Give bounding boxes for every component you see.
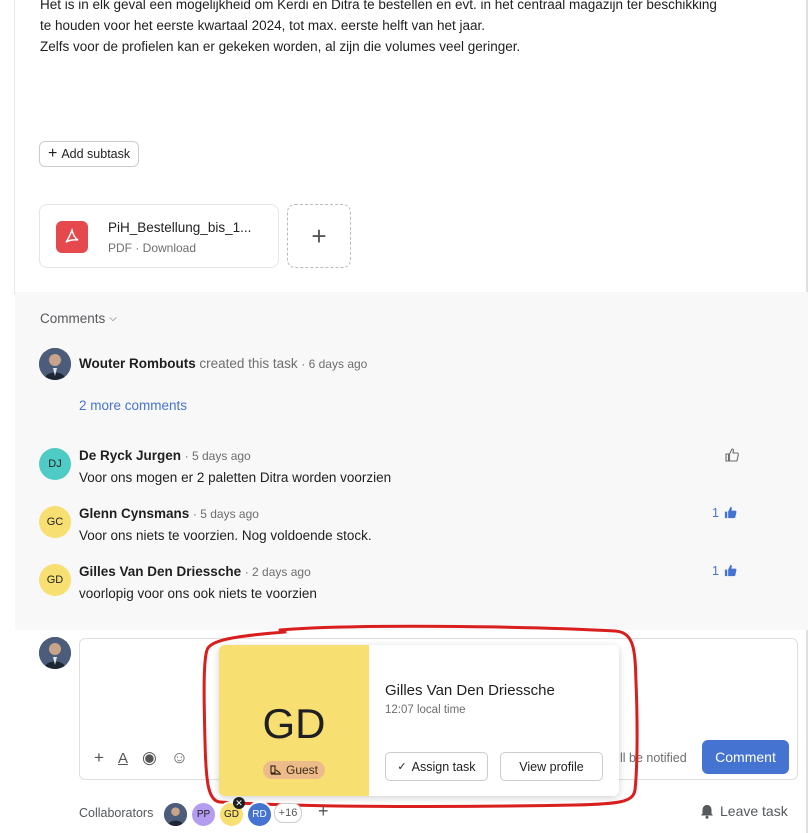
avatar[interactable]: DJ (39, 448, 71, 480)
user-photo-avatar (39, 348, 71, 380)
avatar[interactable] (39, 348, 71, 380)
plus-icon[interactable]: + (94, 748, 104, 768)
leave-task-button[interactable]: Leave task (700, 803, 788, 819)
thumbs-up-icon (725, 448, 739, 462)
like-button[interactable]: 1 (712, 563, 738, 578)
add-collaborator-icon[interactable]: + (318, 801, 329, 822)
pdf-icon (56, 221, 88, 253)
text-format-icon[interactable]: A (118, 750, 128, 767)
composer-toolbar: + A ◉ ☺ (94, 748, 188, 768)
collaborator-avatar[interactable]: PP (190, 801, 217, 828)
avatar[interactable]: GD (39, 564, 71, 596)
record-icon[interactable]: ◉ (142, 748, 157, 768)
add-subtask-button[interactable]: + Add subtask (39, 141, 140, 167)
avatar[interactable]: GC (39, 506, 71, 538)
comments-header-label: Comments (40, 311, 106, 326)
attachment-card[interactable]: PiH_Bestellung_bis_1... PDF · Download (39, 204, 279, 268)
comment-time: · 2 days ago (244, 565, 311, 579)
leave-task-label: Leave task (720, 803, 788, 819)
plus-icon: + (48, 145, 58, 162)
comment-author[interactable]: Glenn Cynsmans (79, 506, 189, 521)
description-line: Zelfs voor de profielen kan er gekeken w… (40, 39, 521, 54)
avatar[interactable] (39, 637, 71, 669)
more-collaborators-count[interactable]: +16 (274, 803, 302, 823)
comment-header: Glenn Cynsmans · 5 days ago (79, 506, 259, 521)
comment-text: Voor ons mogen er 2 paletten Ditra worde… (79, 470, 392, 485)
like-button[interactable] (724, 447, 740, 466)
description-line: Het is in elk geval een mogelijkheid om … (40, 0, 717, 12)
comment-author[interactable]: De Ryck Jurgen (79, 448, 181, 463)
chevron-down-icon: ⌵ (109, 313, 117, 324)
created-time: · 6 days ago (301, 357, 368, 371)
user-photo-avatar (39, 637, 71, 669)
task-created-entry: Wouter Rombouts created this task · 6 da… (79, 356, 367, 371)
attachment-name: PiH_Bestellung_bis_1... (108, 220, 252, 235)
collaborator-avatar[interactable]: RD (246, 801, 273, 828)
thumbs-up-icon (724, 564, 737, 577)
task-description[interactable]: Het is in elk geval een mogelijkheid om … (40, 0, 780, 57)
description-line: te houden voor het eerste kwartaal 2024,… (40, 18, 486, 33)
comment-author[interactable]: Gilles Van Den Driessche (79, 564, 241, 579)
bell-icon (701, 804, 713, 819)
created-action: created this task (199, 356, 298, 371)
comment-header: De Ryck Jurgen · 5 days ago (79, 448, 251, 463)
comment-button[interactable]: Comment (702, 740, 789, 774)
emoji-icon[interactable]: ☺ (171, 748, 188, 768)
more-comments-link[interactable]: 2 more comments (79, 398, 187, 413)
remove-collaborator-icon[interactable]: ✕ (233, 797, 245, 809)
like-button[interactable]: 1 (712, 505, 738, 520)
add-attachment-button[interactable]: + (287, 204, 351, 268)
like-count: 1 (712, 563, 719, 578)
comment-text: Voor ons niets te voorzien. Nog voldoend… (79, 528, 372, 543)
comment-header: Gilles Van Den Driessche · 2 days ago (79, 564, 311, 579)
collaborators-label: Collaborators (79, 806, 154, 820)
add-subtask-label: Add subtask (61, 147, 131, 161)
like-count: 1 (712, 505, 719, 520)
comments-header[interactable]: Comments ⌵ (40, 311, 117, 326)
thumbs-up-icon (724, 506, 737, 519)
comment-time: · 5 days ago (184, 449, 251, 463)
content-left-border (14, 0, 15, 295)
comment-text: voorlopig voor ons ook niets te voorzien (79, 586, 317, 601)
collaborator-avatar[interactable] (162, 801, 189, 828)
attachment-meta[interactable]: PDF · Download (108, 241, 196, 255)
creator-name[interactable]: Wouter Rombouts (79, 356, 196, 371)
comment-time: · 5 days ago (192, 507, 259, 521)
annotation-circle (202, 624, 639, 809)
